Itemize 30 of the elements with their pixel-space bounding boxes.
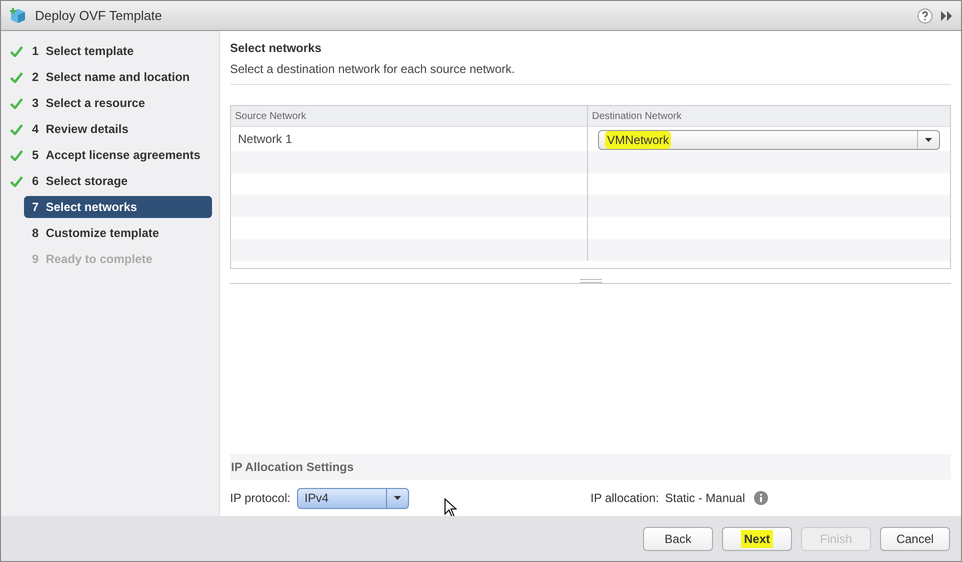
mouse-cursor-icon: [444, 498, 458, 518]
column-header: Destination Network: [591, 110, 682, 124]
protocol-label: IP protocol:: [230, 490, 290, 507]
caret-icon: [925, 138, 932, 142]
section-header: IP Allocation Settings: [230, 454, 951, 480]
allocation-label: IP allocation:: [590, 490, 659, 507]
window-title: Deploy OVF Template: [35, 6, 162, 25]
cube-icon: [9, 6, 27, 24]
step-item[interactable]: 8 Customize template: [24, 222, 212, 244]
step-item[interactable]: 4 Review details: [24, 118, 212, 140]
caret-icon: [394, 496, 402, 500]
network-dropdown[interactable]: VMNetwork: [598, 130, 940, 150]
step-item[interactable]: 6 Select storage: [24, 170, 212, 192]
step-item[interactable]: 1 Select template: [24, 40, 212, 62]
column-header: Source Network: [231, 106, 588, 126]
info-icon[interactable]: [754, 491, 768, 505]
step-item[interactable]: 3 Select a resource: [24, 92, 212, 114]
step-item[interactable]: 2 Select name and location: [24, 66, 212, 88]
step-item[interactable]: 5 Accept license agreements: [24, 144, 212, 166]
page-title: Select networks: [230, 40, 322, 57]
help-icon[interactable]: [917, 8, 933, 24]
allocation-value: Static - Manual: [664, 490, 746, 507]
page-subtitle: Select a destination network for each source network.: [230, 60, 951, 85]
step-item[interactable]: 7 Select networks: [24, 196, 212, 218]
resize-handle-icon[interactable]: [580, 279, 602, 283]
double-arrow-icon[interactable]: [941, 10, 953, 20]
footer-button[interactable]: Cancel: [880, 526, 950, 550]
footer-button[interactable]: Next: [722, 526, 792, 550]
protocol-dropdown[interactable]: IPv4: [297, 488, 410, 508]
footer-button[interactable]: Back: [643, 526, 713, 550]
